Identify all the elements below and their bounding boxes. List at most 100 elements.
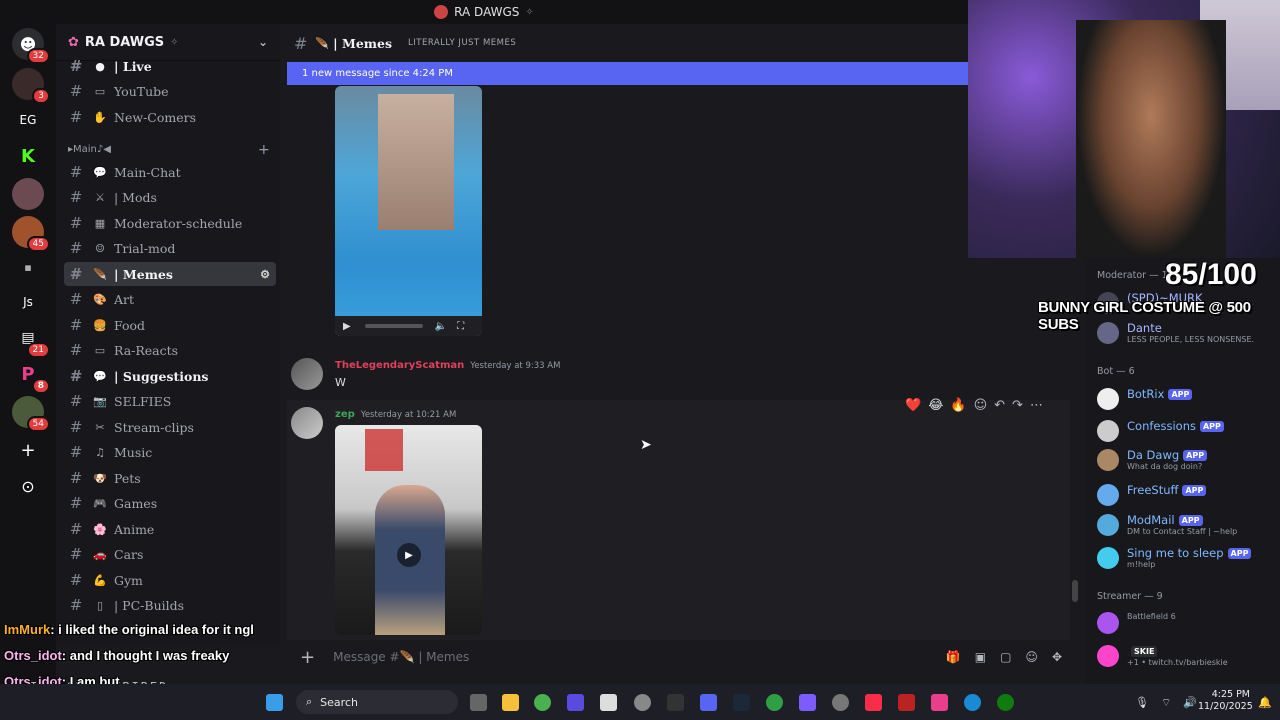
chat-scrollbar[interactable] <box>1072 580 1078 602</box>
member-item[interactable]: Sing me to sleep APP m!help <box>1097 547 1252 570</box>
fire-reaction-button[interactable]: 🔥 <box>950 398 966 413</box>
server-icon-p[interactable]: P 8 <box>12 358 50 394</box>
member-item[interactable]: SKIE +1 • twitch.tv/barbieskie <box>1097 645 1228 668</box>
discover-button[interactable]: ⊙ <box>12 470 44 502</box>
server-icon-11[interactable]: 54 <box>12 396 50 432</box>
channel-item[interactable]: # 💬 Main-Chat <box>64 160 276 184</box>
task-view-icon[interactable] <box>470 694 487 711</box>
capcut-icon[interactable] <box>600 694 617 711</box>
avatar[interactable] <box>291 358 323 390</box>
message-author[interactable]: zep <box>335 409 355 420</box>
message-author[interactable]: TheLegendaryScatman <box>335 360 464 371</box>
channel-item[interactable]: # ✂ Stream-clips <box>64 415 276 439</box>
fullscreen-icon[interactable]: ⛶ <box>457 321 464 332</box>
create-channel-plus-icon[interactable]: + <box>258 142 270 158</box>
message-composer[interactable]: + Message #🪶 | Memes 🎁 ▣ ▢ ☺ ✥ <box>290 642 1070 672</box>
channel-item[interactable]: # 💪 Gym <box>64 568 276 592</box>
music-icon[interactable] <box>865 694 882 711</box>
more-options-icon[interactable]: ⋯ <box>1030 398 1043 413</box>
app-icon[interactable] <box>766 694 783 711</box>
channel-item[interactable]: # ▯ | PC-Builds <box>64 593 276 617</box>
emoji-icon[interactable]: ☺ <box>1025 650 1038 664</box>
notification-bell-icon[interactable]: 🔔 <box>1258 696 1272 709</box>
server-icon-2[interactable]: 3 <box>12 68 50 104</box>
channel-item[interactable]: # 🌸 Anime <box>64 517 276 541</box>
server-icon-eg[interactable]: EG <box>12 104 44 136</box>
app-icon[interactable] <box>931 694 948 711</box>
app-icon[interactable] <box>964 694 981 711</box>
member-item[interactable]: BotRix APP <box>1097 388 1193 410</box>
member-item[interactable]: Battlefield 6 <box>1097 612 1176 634</box>
play-icon[interactable]: ▶ <box>397 543 421 567</box>
video-embed[interactable]: ▶ <box>335 425 482 635</box>
server-icon-9[interactable]: ▤ 21 <box>12 322 50 358</box>
channel-item[interactable]: # ● | Live <box>64 54 276 78</box>
settings-icon[interactable] <box>832 694 849 711</box>
video-embed[interactable]: ▶ 🔈 ⛶ <box>335 86 482 336</box>
channel-item[interactable]: # 🪶 | Memes ⚙ <box>64 262 276 286</box>
reply-icon[interactable]: ↶ <box>994 398 1005 413</box>
gift-icon[interactable]: 🎁 <box>946 650 961 664</box>
app-icon[interactable] <box>898 694 915 711</box>
server-icon-js[interactable]: Js <box>12 286 44 318</box>
gif-icon[interactable]: ▣ <box>975 650 986 664</box>
xbox-icon[interactable] <box>997 694 1014 711</box>
channel-item[interactable]: # ☺ Trial-mod <box>64 236 276 260</box>
direct-messages-button[interactable]: ☻ 32 <box>12 28 50 64</box>
channel-item[interactable]: # ⚔ | Mods <box>64 185 276 209</box>
channel-item[interactable]: # 🍔 Food <box>64 313 276 337</box>
play-icon[interactable]: ▶ <box>343 321 351 332</box>
channel-item[interactable]: # ▭ Ra-Reacts <box>64 338 276 362</box>
avatar[interactable] <box>291 407 323 439</box>
channel-item[interactable]: # 📷 SELFIES <box>64 389 276 413</box>
message-input[interactable]: Message #🪶 | Memes <box>333 650 469 664</box>
forward-icon[interactable]: ↷ <box>1012 398 1023 413</box>
channel-item[interactable]: # 🚗 Cars <box>64 542 276 566</box>
server-icon-7[interactable]: ▦ <box>12 252 44 284</box>
add-server-button[interactable]: + <box>12 434 44 466</box>
volume-icon[interactable]: 🔊 <box>1183 696 1197 710</box>
channel-item[interactable]: # ♫ Music <box>64 440 276 464</box>
server-icon-kick[interactable]: K <box>12 140 44 172</box>
clock[interactable]: 4:25 PM 11/20/2025 <box>1198 689 1253 713</box>
taskbar-search[interactable]: ⌕ Search <box>296 690 458 714</box>
member-item[interactable]: Confessions APP <box>1097 420 1224 442</box>
steam-icon[interactable] <box>733 694 750 711</box>
channel-item[interactable]: # 🐶 Pets <box>64 466 276 490</box>
channel-item[interactable]: # 🎨 Art <box>64 287 276 311</box>
member-item[interactable]: Da Dawg APP What da dog doin? <box>1097 449 1208 472</box>
server-icon-ra-dawgs[interactable] <box>12 178 44 210</box>
new-messages-bar[interactable]: 1 new message since 4:24 PM <box>287 62 968 85</box>
channel-item[interactable]: # 💬 | Suggestions <box>64 364 276 388</box>
server-icon-6[interactable]: 45 <box>12 216 50 252</box>
epic-games-icon[interactable] <box>667 694 684 711</box>
app-icon[interactable] <box>799 694 816 711</box>
sticker-icon[interactable]: ▢ <box>1000 650 1011 664</box>
windows-start-icon[interactable] <box>266 694 283 711</box>
app-icon[interactable] <box>634 694 651 711</box>
apps-icon[interactable]: ✥ <box>1052 650 1062 664</box>
category-header[interactable]: ▸Main♪◀ <box>68 144 111 155</box>
volume-icon[interactable]: 🔈 <box>435 321 447 332</box>
channel-settings-icon[interactable]: ⚙ <box>260 268 270 281</box>
wifi-icon[interactable]: ⌔ <box>1161 696 1171 710</box>
laugh-reaction-button[interactable]: 😂 <box>928 398 943 413</box>
microphone-icon[interactable]: 🎙 <box>1135 696 1149 710</box>
member-item[interactable]: ModMail APP DM to Contact Staff | ~help <box>1097 514 1237 537</box>
heart-reaction-button[interactable]: ❤️ <box>905 398 921 413</box>
channel-item[interactable]: # ✋ New-Comers <box>64 105 276 129</box>
add-reaction-icon[interactable]: ☺ <box>974 398 988 413</box>
channel-emoji-icon: ✂ <box>95 420 105 434</box>
plus-icon[interactable]: + <box>300 647 315 668</box>
channel-item[interactable]: # 🎮 Games <box>64 491 276 515</box>
chrome-icon[interactable] <box>534 694 551 711</box>
app-v-icon[interactable] <box>567 694 584 711</box>
discord-icon[interactable] <box>700 694 717 711</box>
member-item[interactable]: FreeStuff APP <box>1097 484 1207 506</box>
channel-item[interactable]: # ▦ Moderator-schedule <box>64 211 276 235</box>
channel-name: Cars <box>114 546 144 562</box>
file-explorer-icon[interactable] <box>502 694 519 711</box>
app-badge: APP <box>1178 515 1203 526</box>
video-seek-bar[interactable] <box>364 324 423 328</box>
channel-item[interactable]: # ▭ YouTube <box>64 79 276 103</box>
